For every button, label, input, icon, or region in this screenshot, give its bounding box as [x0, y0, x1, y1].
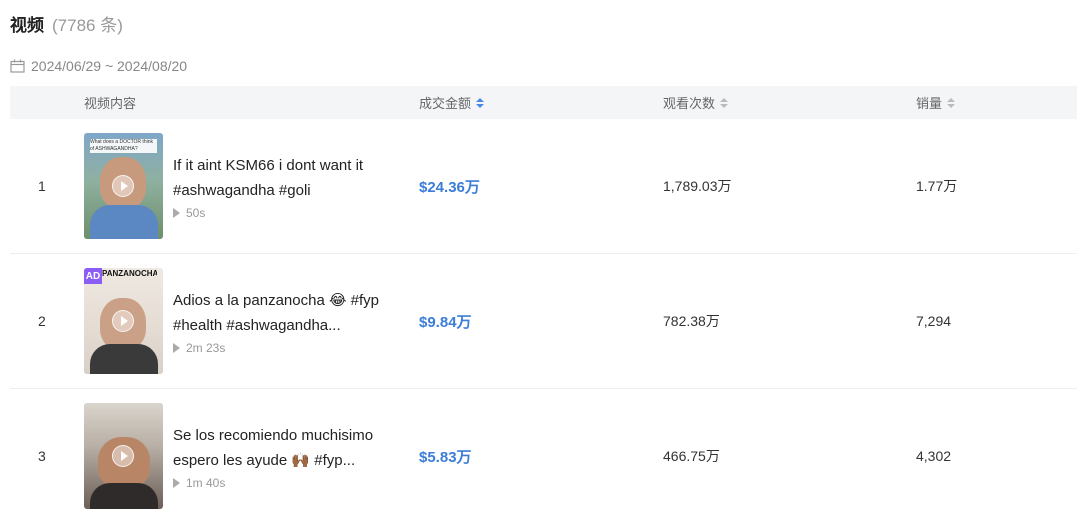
gmv-value: $24.36万 [419, 178, 480, 196]
table-row[interactable]: 2 PANZANOCHA... AD Adios a la panzanocha… [10, 254, 1077, 389]
column-label-content: 视频内容 [84, 96, 137, 111]
date-range-picker[interactable]: 2024/06/29 ~ 2024/08/20 [10, 55, 187, 77]
play-icon[interactable] [112, 445, 134, 467]
video-thumbnail[interactable]: What does a DOCTOR think of ASHWAGANDHA? [84, 133, 163, 239]
thumbnail-caption: PANZANOCHA... [102, 270, 157, 278]
duration-text: 2m 23s [186, 340, 226, 355]
video-duration: 50s [173, 206, 363, 220]
date-range-text: 2024/06/29 ~ 2024/08/20 [31, 58, 188, 74]
video-duration: 1m 40s [173, 476, 373, 490]
sort-icon[interactable] [947, 97, 956, 108]
sales-value: 4,302 [916, 448, 952, 464]
video-info: Se los recomiendo muchisimo espero les a… [173, 389, 373, 521]
video-thumbnail[interactable] [84, 403, 163, 509]
row-rank: 2 [38, 313, 46, 329]
column-header-sales[interactable]: 销量 [916, 86, 956, 119]
video-title-line1[interactable]: Adios a la panzanocha 😂 #fyp [173, 288, 379, 313]
play-small-icon [173, 477, 180, 488]
views-value: 1,789.03万 [663, 178, 732, 194]
views-value: 782.38万 [663, 313, 720, 329]
calendar-icon [10, 59, 25, 73]
table-row[interactable]: 1 What does a DOCTOR think of ASHWAGANDH… [10, 119, 1077, 254]
views-value: 466.75万 [663, 448, 720, 464]
column-label-sales: 销量 [916, 96, 943, 111]
video-duration: 2m 23s [173, 341, 379, 355]
sales-value: 7,294 [916, 313, 952, 329]
duration-text: 1m 40s [186, 475, 226, 490]
video-title-line1[interactable]: Se los recomiendo muchisimo [173, 423, 373, 448]
column-header-gmv[interactable]: 成交金额 [419, 86, 485, 119]
ad-badge: AD [84, 268, 102, 284]
gmv-value: $5.83万 [419, 448, 472, 466]
play-icon[interactable] [112, 175, 134, 197]
result-count: (7786 条) [52, 15, 123, 35]
column-header-views[interactable]: 观看次数 [663, 86, 729, 119]
video-info: If it aint KSM66 i dont want it #ashwaga… [173, 119, 363, 253]
video-table: 视频内容 成交金额 观看次数 销量 1 What does a DOCTOR t… [10, 86, 1077, 521]
video-title-line2[interactable]: espero les ayude 🙌🏾 #fyp... [173, 448, 373, 473]
sort-icon[interactable] [476, 97, 485, 108]
column-label-gmv: 成交金额 [419, 96, 472, 111]
duration-text: 50s [186, 205, 206, 220]
gmv-value: $9.84万 [419, 313, 472, 331]
row-rank: 1 [38, 178, 46, 194]
video-title-line2[interactable]: #ashwagandha #goli [173, 178, 363, 203]
play-icon[interactable] [112, 310, 134, 332]
video-info: Adios a la panzanocha 😂 #fyp #health #as… [173, 254, 379, 388]
thumbnail-shirt [90, 205, 158, 239]
page-header: 视频 (7786 条) [10, 10, 123, 36]
play-small-icon [173, 207, 180, 218]
thumbnail-caption: What does a DOCTOR think of ASHWAGANDHA? [90, 139, 157, 153]
sales-value: 1.77万 [916, 178, 958, 194]
column-label-views: 观看次数 [663, 96, 716, 111]
video-title-line2[interactable]: #health #ashwagandha... [173, 313, 379, 338]
column-header-content: 视频内容 [84, 86, 136, 119]
row-rank: 3 [38, 448, 46, 464]
table-header: 视频内容 成交金额 观看次数 销量 [10, 86, 1077, 119]
thumbnail-shirt [90, 344, 158, 374]
thumbnail-shirt [90, 483, 158, 509]
page-title: 视频 [10, 15, 44, 35]
table-row[interactable]: 3 Se los recomiendo muchisimo espero les… [10, 389, 1077, 521]
play-small-icon [173, 342, 180, 353]
sort-icon[interactable] [720, 97, 729, 108]
video-title-line1[interactable]: If it aint KSM66 i dont want it [173, 153, 363, 178]
video-thumbnail[interactable]: PANZANOCHA... AD [84, 268, 163, 374]
